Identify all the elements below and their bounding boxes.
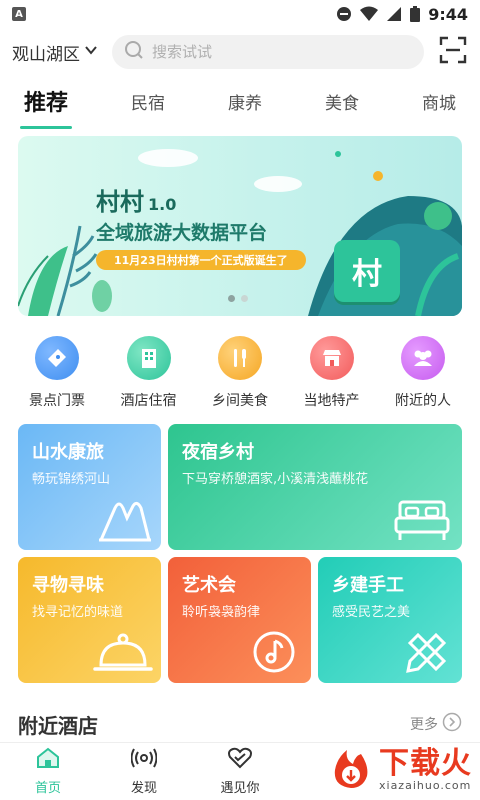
card-title: 艺术会 bbox=[182, 575, 236, 596]
battery-icon bbox=[410, 6, 421, 22]
card-subtitle: 找寻记忆的味道 bbox=[32, 605, 124, 620]
cutlery-icon bbox=[218, 336, 262, 380]
card-subtitle: 聆听袅袅韵律 bbox=[182, 605, 261, 620]
banner-version: 1.0 bbox=[148, 195, 177, 214]
hotel-icon bbox=[126, 336, 171, 380]
more-label: 更多 bbox=[410, 717, 438, 733]
nav-label: 遇见你 bbox=[220, 781, 260, 796]
quick-categories: 景点门票 酒店住宿 乡间美食 当地特产 附近的人 bbox=[0, 316, 480, 410]
nav-meet-you[interactable]: 遇见你 bbox=[192, 747, 288, 796]
category-tickets[interactable]: 景点门票 bbox=[14, 336, 100, 410]
search-bar[interactable] bbox=[112, 35, 424, 69]
card-subtitle: 下马穿桥憩酒家,小溪清浅蘸桃花 bbox=[182, 472, 369, 487]
chevron-right-circle-icon bbox=[442, 712, 462, 736]
more-button[interactable]: 更多 bbox=[410, 712, 462, 736]
card-handcraft[interactable]: 乡建手工 感受民艺之美 bbox=[318, 557, 462, 683]
carousel-dot[interactable] bbox=[241, 295, 248, 302]
tab-food[interactable]: 美食 bbox=[315, 83, 369, 120]
card-subtitle: 畅玩锦绣河山 bbox=[32, 472, 111, 487]
nav-discover[interactable]: 发现 bbox=[96, 747, 192, 796]
top-bar: 观山湖区 bbox=[0, 28, 480, 76]
do-not-disturb-icon bbox=[336, 6, 352, 22]
category-specialty[interactable]: 当地特产 bbox=[289, 336, 375, 410]
home-icon bbox=[36, 747, 60, 773]
dish-cover-icon bbox=[93, 633, 153, 671]
ticket-icon bbox=[35, 336, 79, 380]
feature-cards: 山水康旅 畅玩锦绣河山 夜宿乡村 下马穿桥憩酒家,小溪清浅蘸桃花 寻物寻味 找寻… bbox=[18, 424, 462, 686]
search-input[interactable] bbox=[152, 43, 412, 61]
nav-label: 发现 bbox=[130, 781, 157, 796]
category-label: 当地特产 bbox=[303, 393, 360, 409]
banner-subtitle: 全域旅游大数据平台 bbox=[96, 222, 268, 244]
banner-title: 村村 1.0 bbox=[96, 188, 177, 216]
card-title: 乡建手工 bbox=[332, 575, 404, 596]
card-village-stay[interactable]: 夜宿乡村 下马穿桥憩酒家,小溪清浅蘸桃花 bbox=[168, 424, 462, 550]
category-hotel[interactable]: 酒店住宿 bbox=[106, 336, 192, 410]
flame-logo-icon bbox=[329, 746, 373, 794]
heart-icon bbox=[227, 747, 253, 773]
card-landscape[interactable]: 山水康旅 畅玩锦绣河山 bbox=[18, 424, 161, 550]
banner-tag: 11月23日村村第一个正式版诞生了 bbox=[96, 250, 306, 270]
scan-button[interactable] bbox=[438, 36, 468, 68]
people-icon bbox=[401, 336, 445, 380]
broadcast-icon bbox=[130, 747, 158, 773]
tab-recommend[interactable]: 推荐 bbox=[14, 79, 78, 129]
tab-wellness[interactable]: 康养 bbox=[218, 83, 272, 120]
tab-homestay[interactable]: 民宿 bbox=[121, 83, 175, 120]
card-title: 山水康旅 bbox=[32, 442, 104, 463]
carousel-dots bbox=[228, 295, 248, 302]
scan-icon bbox=[439, 36, 467, 68]
status-time: 9:44 bbox=[428, 4, 468, 24]
banner-badge: 村 bbox=[334, 240, 400, 302]
category-tabs: 推荐 民宿 康养 美食 商城 bbox=[0, 76, 480, 129]
watermark-url: xiazaihuo.com bbox=[379, 778, 472, 792]
bed-icon bbox=[394, 500, 450, 540]
card-title: 寻物寻味 bbox=[32, 575, 104, 596]
nearby-hotels-header: 附近酒店 更多 bbox=[0, 704, 480, 744]
category-label: 附近的人 bbox=[395, 393, 451, 409]
carousel-dot[interactable] bbox=[228, 295, 235, 302]
chevron-down-icon bbox=[84, 42, 98, 62]
category-label: 酒店住宿 bbox=[120, 393, 177, 409]
signal-icon bbox=[386, 6, 402, 22]
card-title: 夜宿乡村 bbox=[182, 442, 254, 463]
card-find-flavor[interactable]: 寻物寻味 找寻记忆的味道 bbox=[18, 557, 161, 683]
promo-banner[interactable]: 村村 1.0 全域旅游大数据平台 11月23日村村第一个正式版诞生了 村 bbox=[18, 136, 462, 316]
pencil-ruler-icon bbox=[406, 632, 447, 673]
status-bar: A 9:44 bbox=[0, 0, 480, 28]
shop-icon bbox=[309, 336, 354, 380]
category-nearby-people[interactable]: 附近的人 bbox=[380, 336, 466, 410]
section-title: 附近酒店 bbox=[18, 713, 98, 738]
watermark-title: 下载火 bbox=[379, 745, 472, 781]
card-art[interactable]: 艺术会 聆听袅袅韵律 bbox=[168, 557, 311, 683]
card-subtitle: 感受民艺之美 bbox=[332, 605, 411, 620]
nav-label: 首页 bbox=[34, 781, 61, 796]
nav-home[interactable]: 首页 bbox=[0, 747, 96, 796]
category-label: 景点门票 bbox=[29, 393, 85, 409]
search-icon bbox=[124, 40, 144, 64]
location-selector[interactable]: 观山湖区 bbox=[12, 40, 98, 65]
wifi-icon bbox=[360, 6, 379, 22]
watermark: 下载火 xiazaihuo.com bbox=[329, 746, 472, 794]
music-icon bbox=[253, 631, 295, 673]
bottom-navigation: 首页 发现 遇见你 下载火 xiazaihuo.com bbox=[0, 742, 480, 800]
location-label: 观山湖区 bbox=[12, 44, 80, 65]
category-food[interactable]: 乡间美食 bbox=[197, 336, 283, 410]
category-label: 乡间美食 bbox=[212, 393, 268, 409]
tab-mall[interactable]: 商城 bbox=[412, 83, 466, 120]
notification-a-icon: A bbox=[12, 7, 26, 21]
mountain-icon bbox=[99, 501, 151, 542]
